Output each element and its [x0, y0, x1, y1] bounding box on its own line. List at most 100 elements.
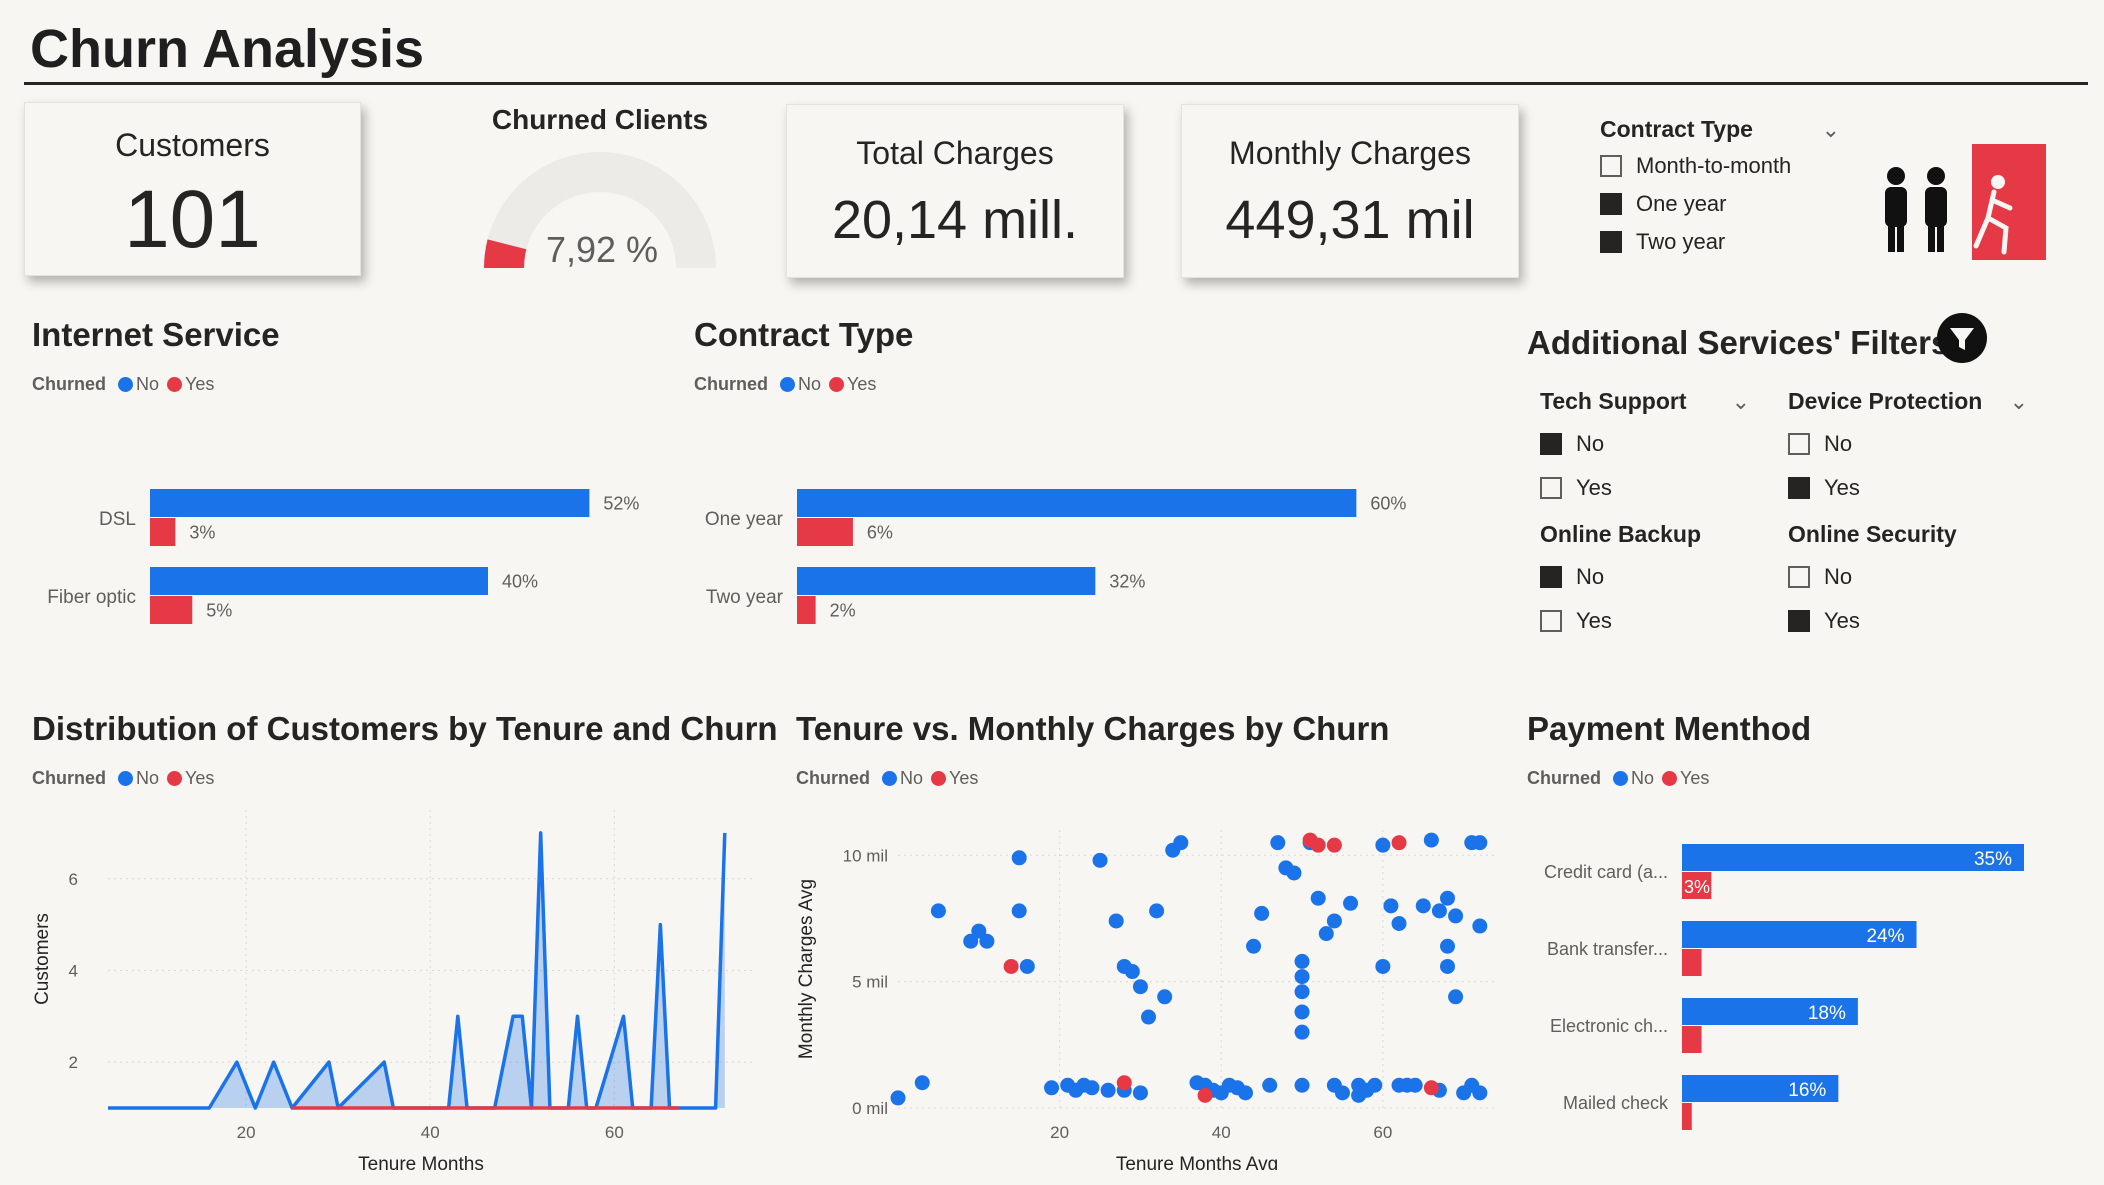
legend-yes[interactable]: Yes	[1680, 768, 1709, 789]
point-no	[1262, 1077, 1278, 1093]
checkbox[interactable]	[1788, 610, 1810, 632]
legend-no-dot	[118, 377, 133, 392]
checkbox[interactable]	[1788, 433, 1810, 455]
legend-yes[interactable]: Yes	[185, 374, 214, 395]
scatter-legend: Churned No Yes	[796, 768, 986, 789]
point-no	[1448, 908, 1464, 924]
checkbox[interactable]	[1540, 433, 1562, 455]
churned-clients-title: Churned Clients	[491, 104, 709, 135]
total-charges-label: Total Charges	[856, 135, 1054, 171]
page-title: Churn Analysis	[30, 19, 425, 79]
bar-no	[797, 489, 1357, 517]
y-tick-label: 2	[69, 1053, 78, 1072]
slicer-option[interactable]: Yes	[1788, 608, 2028, 634]
slicer-option[interactable]: Yes	[1540, 475, 1750, 501]
point-no	[1472, 835, 1488, 851]
legend-yes[interactable]: Yes	[847, 374, 876, 395]
slicer-option[interactable]: No	[1540, 564, 1750, 590]
x-tick-label: 60	[1373, 1123, 1392, 1142]
point-no	[1237, 1085, 1253, 1101]
checkbox-month-to-month[interactable]	[1600, 155, 1622, 177]
point-no	[1294, 969, 1310, 985]
point-no	[979, 933, 995, 949]
checkbox[interactable]	[1540, 610, 1562, 632]
checkbox[interactable]	[1540, 477, 1562, 499]
category-label: Two year	[706, 587, 784, 608]
legend-no[interactable]: No	[136, 768, 159, 789]
legend-no[interactable]: No	[1631, 768, 1654, 789]
option-label: No	[1824, 431, 1853, 456]
checkbox[interactable]	[1788, 477, 1810, 499]
category-label: Credit card (a...	[1544, 862, 1668, 882]
bar-yes	[1682, 949, 1702, 976]
slicer-option[interactable]: Month-to-month	[1600, 153, 1840, 179]
point-no	[1084, 1080, 1100, 1096]
slicer-option[interactable]: No	[1540, 431, 1750, 457]
point-no	[1294, 1077, 1310, 1093]
checkbox-one-year[interactable]	[1600, 193, 1622, 215]
legend-no[interactable]: No	[900, 768, 923, 789]
legend-no-dot	[118, 771, 133, 786]
churned-gauge[interactable]: 7,92 %	[470, 140, 730, 280]
point-no	[1367, 1077, 1383, 1093]
contract-legend: Churned No Yes	[694, 374, 884, 395]
bar-yes	[1682, 1026, 1702, 1053]
data-label: 6%	[867, 523, 893, 543]
category-label: One year	[705, 509, 784, 530]
tech-support-title: Tech Support	[1540, 388, 1687, 414]
point-no	[1019, 958, 1035, 974]
slicer-option[interactable]: No	[1788, 564, 2028, 590]
monthly-charges-card[interactable]: Monthly Charges 449,31 mil	[1181, 104, 1519, 278]
legend-no[interactable]: No	[136, 374, 159, 395]
y-tick-label: 0 mil	[852, 1099, 888, 1118]
checkbox[interactable]	[1540, 566, 1562, 588]
contract-type-chart[interactable]: One year 60% 6% Two year 32% 2%	[690, 470, 1450, 640]
tenure-vs-charges-scatter[interactable]: 20 40 60 0 mil 5 mil 10 mil Tenure Months Avg M…	[790, 800, 1510, 1170]
y-tick-label: 4	[69, 961, 78, 980]
point-yes	[1197, 1087, 1213, 1103]
tenure-area-chart[interactable]: 20 40 60 2 4 6 Tenure Months Customers	[24, 800, 784, 1170]
option-label: Yes	[1824, 608, 1860, 633]
payment-method-title: Payment Menthod	[1527, 710, 1812, 747]
slicer-option[interactable]: Two year	[1600, 229, 1840, 255]
internet-service-title: Internet Service	[32, 316, 280, 353]
data-label: 16%	[1788, 1080, 1826, 1101]
slicer-option[interactable]: One year	[1600, 191, 1840, 217]
data-label: 2%	[830, 601, 856, 621]
checkbox[interactable]	[1788, 566, 1810, 588]
point-no	[1334, 1085, 1350, 1101]
category-label: Fiber optic	[47, 587, 136, 608]
slicer-option[interactable]: Yes	[1540, 608, 1750, 634]
category-label: Mailed check	[1563, 1093, 1669, 1113]
y-tick-label: 10 mil	[843, 846, 888, 865]
filter-icon[interactable]	[1936, 312, 1988, 364]
legend-no[interactable]: No	[798, 374, 821, 395]
point-no	[1246, 938, 1262, 954]
x-tick-label: 60	[605, 1123, 624, 1142]
point-no	[914, 1075, 930, 1091]
device-protection-title: Device Protection	[1788, 388, 1983, 414]
point-yes	[1116, 1075, 1132, 1091]
chevron-down-icon[interactable]: ⌄	[2010, 389, 2028, 415]
scatter-title: Tenure vs. Monthly Charges by Churn	[796, 710, 1390, 747]
legend-yes-dot	[931, 771, 947, 786]
legend-yes[interactable]: Yes	[185, 768, 214, 789]
chevron-down-icon[interactable]: ⌄	[1732, 389, 1750, 415]
x-tick-label: 20	[1050, 1123, 1069, 1142]
customers-card[interactable]: Customers 101	[24, 102, 361, 276]
x-tick-label: 40	[1212, 1123, 1231, 1142]
exit-door-icon	[1972, 144, 2046, 260]
y-axis-title: Customers	[32, 913, 53, 1005]
area-no	[108, 832, 725, 1108]
total-charges-card[interactable]: Total Charges 20,14 mill.	[786, 104, 1124, 278]
chevron-down-icon[interactable]: ⌄	[1822, 117, 1840, 143]
internet-service-chart[interactable]: DSL 52% 3% Fiber optic 40% 5%	[24, 470, 664, 640]
slicer-option[interactable]: No	[1788, 431, 2028, 457]
payment-method-chart[interactable]: Credit card (a... 35% 3% Bank transfer... 24…	[1527, 830, 2087, 1150]
point-no	[1294, 1024, 1310, 1040]
contract-type-slicer: Contract Type ⌄ Month-to-month One year …	[1600, 116, 1840, 255]
checkbox-two-year[interactable]	[1600, 231, 1622, 253]
point-no	[1472, 1085, 1488, 1101]
slicer-option[interactable]: Yes	[1788, 475, 2028, 501]
legend-yes[interactable]: Yes	[949, 768, 978, 789]
